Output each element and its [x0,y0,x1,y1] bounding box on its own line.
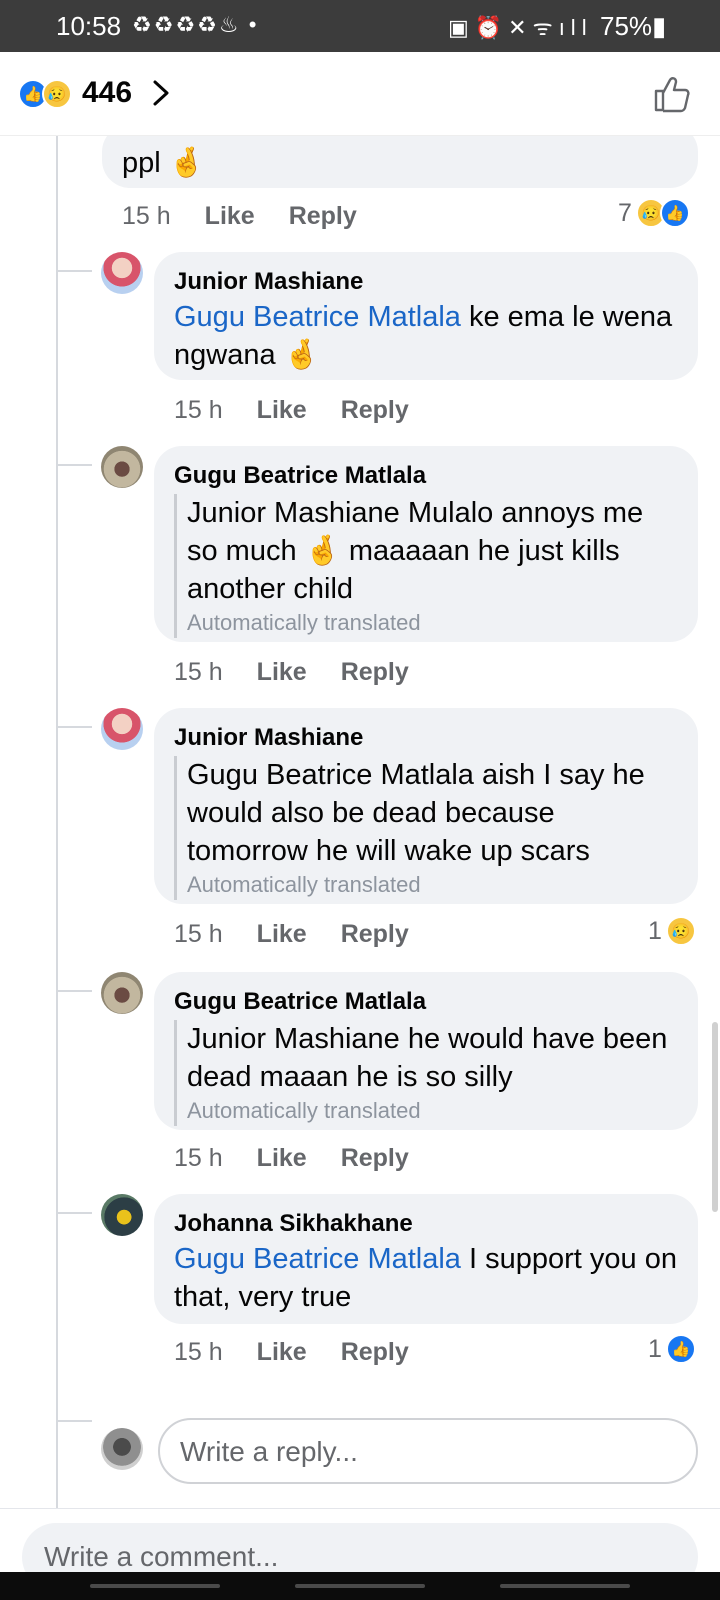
like-post-icon[interactable] [652,74,692,114]
comment-bubble[interactable]: Junior Mashiane Gugu Beatrice Matlala ke… [154,252,698,380]
like-button[interactable]: Like [257,396,307,425]
comment-time: 15 h [174,396,223,424]
auto-translated-label[interactable]: Automatically translated [187,1096,678,1126]
sad-reaction-icon: 😥 [42,79,72,109]
reply-button[interactable]: Reply [341,1338,409,1367]
comment-time: 15 h [174,1338,223,1366]
my-avatar [101,1428,143,1470]
like-reaction-icon: 👍 [665,1334,696,1364]
sad-reaction-icon: 😥 [665,916,696,946]
system-icons: ▣⏰✕ᯤıll [448,15,593,40]
comment-input[interactable]: Write a comment... [22,1523,698,1572]
nav-back-button[interactable] [500,1584,630,1588]
like-reaction-icon: 👍 [659,198,690,228]
comment-time: 15 h [174,1144,223,1172]
reaction-count: 7 [618,198,632,227]
comment-actions: 15 h Like Reply [174,920,409,949]
comment-reactions[interactable]: 1 😥 [648,916,696,946]
thread-branch [56,990,92,992]
battery-indicator: 75%▮ [600,11,667,41]
comment-actions: 15 h Like Reply [174,396,409,425]
reply-button[interactable]: Reply [341,658,409,687]
like-button[interactable]: Like [257,1144,307,1173]
like-button[interactable]: Like [205,202,255,231]
nav-home-button[interactable] [295,1584,425,1588]
thread-line [56,136,58,1508]
comment-text: ppl 🤞 [122,147,205,179]
comment-actions: 15 h Like Reply [122,202,357,231]
comment-time: 15 h [122,202,171,230]
reaction-count: 1 [648,1334,662,1363]
comment-bubble[interactable]: Gugu Beatrice Matlala Junior Mashiane Mu… [154,446,698,642]
notification-icons: ♻♻♻♻♨ • [132,12,259,37]
avatar[interactable] [101,446,143,488]
thread-branch [56,270,92,272]
mention-link[interactable]: Gugu Beatrice Matlala [174,1243,461,1275]
translated-block: Gugu Beatrice Matlala aish I say he woul… [174,756,678,900]
comment-bubble[interactable]: Gugu Beatrice Matlala Junior Mashiane he… [154,972,698,1130]
reaction-icons: 👍 😥 [18,79,72,109]
thread-branch [56,1420,92,1422]
translated-block: Junior Mashiane he would have been dead … [174,1020,678,1126]
comment-bubble[interactable]: Johanna Sikhakhane Gugu Beatrice Matlala… [154,1194,698,1324]
comment-text: Junior Mashiane he would have been dead … [187,1023,668,1093]
comment-text: Junior Mashiane Mulalo annoys me so much… [187,497,644,605]
comment-text: Gugu Beatrice Matlala I support you on t… [174,1240,678,1316]
comment-author[interactable]: Johanna Sikhakhane [174,1208,678,1240]
reply-input[interactable]: Write a reply... [158,1418,698,1484]
reply-button[interactable]: Reply [289,202,357,231]
comment-reactions[interactable]: 1 👍 [648,1334,696,1364]
auto-translated-label[interactable]: Automatically translated [187,870,678,900]
like-button[interactable]: Like [257,920,307,949]
comment-bar: Write a comment... [0,1508,720,1572]
comment-actions: 15 h Like Reply [174,1144,409,1173]
thread-branch [56,1212,92,1214]
comment-bubble[interactable]: Junior Mashiane Gugu Beatrice Matlala ai… [154,708,698,904]
reply-button[interactable]: Reply [341,920,409,949]
mention-link[interactable]: Gugu Beatrice Matlala [174,301,461,333]
auto-translated-label[interactable]: Automatically translated [187,608,678,638]
nav-recents-button[interactable] [90,1584,220,1588]
avatar[interactable] [101,972,143,1014]
reaction-count: 1 [648,916,662,945]
system-nav-bar [0,1572,720,1600]
comment-text: Gugu Beatrice Matlala aish I say he woul… [187,759,645,867]
comment-actions: 15 h Like Reply [174,1338,409,1367]
like-button[interactable]: Like [257,1338,307,1367]
avatar[interactable] [101,1194,143,1236]
comments-sheet: 👍 😥 446 ppl 🤞 15 h Like Reply 7 😥 👍 Juni… [0,52,720,1572]
avatar[interactable] [101,252,143,294]
comment-author[interactable]: Junior Mashiane [174,266,678,298]
comment-time: 15 h [174,658,223,686]
reply-button[interactable]: Reply [341,1144,409,1173]
comment-text: Gugu Beatrice Matlala ke ema le wena ngw… [174,298,678,374]
comment-reactions[interactable]: 7 😥 👍 [618,198,690,228]
status-bar: 10:58 ♻♻♻♻♨ • ▣⏰✕ᯤıll 75%▮ [0,0,720,52]
comment-time: 15 h [174,920,223,948]
reply-button[interactable]: Reply [341,396,409,425]
comment-author[interactable]: Junior Mashiane [174,722,678,754]
status-time: 10:58 [56,11,122,41]
comment-actions: 15 h Like Reply [174,658,409,687]
comment-author[interactable]: Gugu Beatrice Matlala [174,460,678,492]
like-button[interactable]: Like [257,658,307,687]
chevron-right-icon[interactable] [150,78,172,108]
thread-branch [56,464,92,466]
thread-branch [56,726,92,728]
avatar[interactable] [101,708,143,750]
translated-block: Junior Mashiane Mulalo annoys me so much… [174,494,678,638]
comment-author[interactable]: Gugu Beatrice Matlala [174,986,678,1018]
reaction-count[interactable]: 446 [82,76,132,110]
scrollbar[interactable] [712,1022,718,1212]
reaction-header[interactable]: 👍 😥 446 [0,52,720,136]
